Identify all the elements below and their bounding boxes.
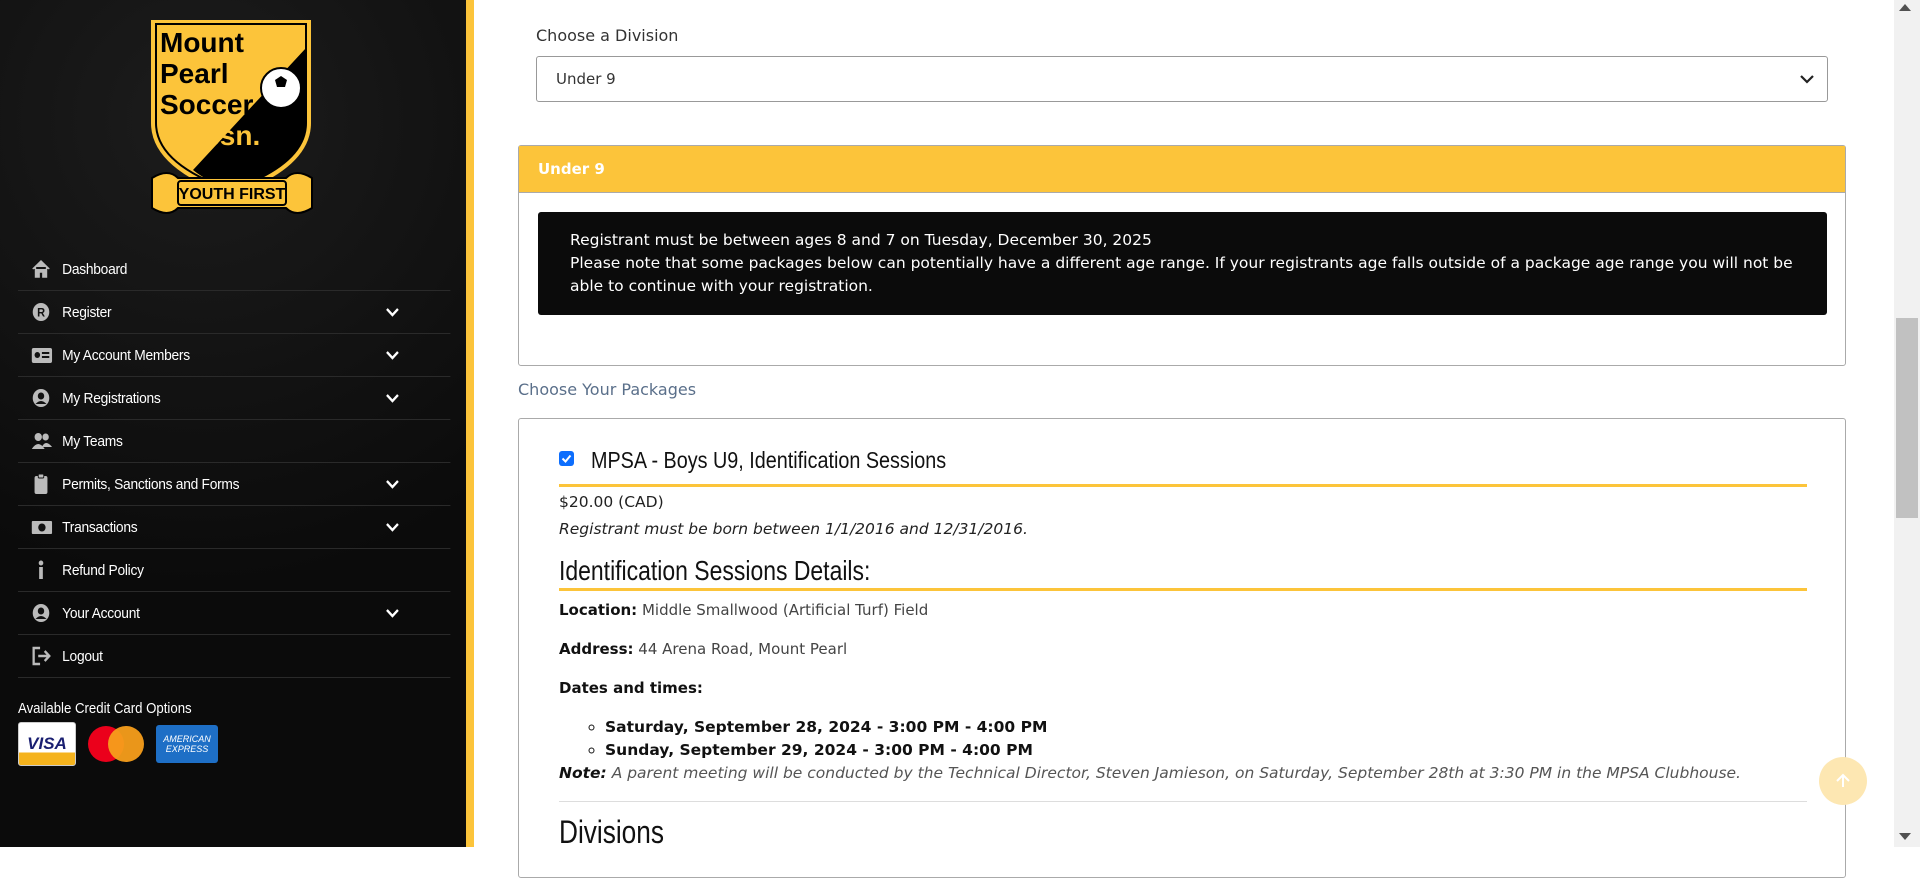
- mastercard-logo: [88, 726, 144, 762]
- sidebar-item-label: Dashboard: [62, 260, 128, 278]
- scroll-down-arrow-icon[interactable]: [1899, 833, 1911, 840]
- address-line: Address: 44 Arena Road, Mount Pearl: [559, 640, 848, 658]
- svg-text:Pearl: Pearl: [160, 58, 229, 89]
- division-panel: Under 9 Registrant must be between ages …: [518, 145, 1846, 366]
- cc-options-title: Available Credit Card Options: [18, 700, 192, 717]
- home-icon: [29, 258, 55, 280]
- sidebar-item-my-teams[interactable]: My Teams: [18, 420, 451, 463]
- amex-card-logo: AMERICAN EXPRESS: [156, 725, 218, 763]
- date-item: Saturday, September 28, 2024 - 3:00 PM -…: [605, 716, 1047, 739]
- sidebar-item-register[interactable]: R Register: [18, 291, 451, 334]
- sidebar-item-label: My Account Members: [62, 346, 190, 364]
- chevron-down-icon[interactable]: [382, 473, 402, 495]
- chevron-down-icon[interactable]: [382, 387, 402, 409]
- sidebar-item-label: Refund Policy: [62, 561, 144, 579]
- divisions-heading: Divisions: [559, 814, 664, 850]
- package-title-underline: [559, 484, 1807, 487]
- sidebar-item-label: Permits, Sanctions and Forms: [62, 475, 240, 493]
- sidebar-item-logout[interactable]: Logout: [18, 635, 451, 678]
- details-heading: Identification Sessions Details:: [559, 555, 871, 586]
- logout-icon: [29, 645, 55, 667]
- chevron-down-icon[interactable]: [382, 301, 402, 323]
- package-title: MPSA - Boys U9, Identification Sessions: [591, 447, 947, 473]
- user-circle-icon: [29, 387, 55, 409]
- divider: [559, 801, 1807, 802]
- age-notice-line2: Please note that some packages below can…: [570, 254, 1793, 295]
- sidebar-item-label: Logout: [62, 647, 103, 665]
- age-notice-line1: Registrant must be between ages 8 and 7 …: [570, 231, 1152, 249]
- svg-text:R: R: [37, 307, 46, 319]
- sidebar-item-permits-sanctions-and-forms[interactable]: Permits, Sanctions and Forms: [18, 463, 451, 506]
- sidebar-item-dashboard[interactable]: Dashboard: [18, 248, 451, 291]
- package-card: MPSA - Boys U9, Identification Sessions …: [518, 418, 1846, 878]
- user-circle-icon: [29, 602, 55, 624]
- dates-list: Saturday, September 28, 2024 - 3:00 PM -…: [605, 716, 1047, 762]
- location-line: Location: Middle Smallwood (Artificial T…: [559, 601, 929, 619]
- cc-logos: VISA AMERICAN EXPRESS: [18, 722, 218, 766]
- back-to-top-button[interactable]: [1819, 757, 1867, 805]
- package-note: Note: A parent meeting will be conducted…: [559, 764, 1741, 782]
- sidebar-item-my-registrations[interactable]: My Registrations: [18, 377, 451, 420]
- sidebar-item-your-account[interactable]: Your Account: [18, 592, 451, 635]
- sidebar-item-transactions[interactable]: Transactions: [18, 506, 451, 549]
- users-icon: [29, 430, 55, 452]
- check-icon: [561, 454, 572, 463]
- id-card-icon: [29, 344, 55, 366]
- chevron-down-icon[interactable]: [382, 516, 402, 538]
- package-born-range: Registrant must be born between 1/1/2016…: [559, 520, 1028, 538]
- clipboard-icon: [29, 473, 55, 495]
- sidebar-item-label: My Teams: [62, 432, 123, 450]
- chevron-down-icon: [1800, 75, 1814, 84]
- register-icon: R: [29, 301, 55, 323]
- svg-text:Mount: Mount: [160, 27, 244, 58]
- visa-card-logo: VISA: [18, 722, 76, 766]
- sidebar-nav: Dashboard R Register My Account Members My R…: [18, 248, 451, 678]
- scroll-up-arrow-icon[interactable]: [1899, 4, 1911, 11]
- svg-text:Soccer: Soccer: [160, 89, 253, 120]
- dates-label: Dates and times:: [559, 679, 703, 697]
- sidebar-item-label: Transactions: [62, 518, 138, 536]
- details-heading-underline: [559, 588, 1807, 591]
- scrollbar-thumb[interactable]: [1896, 318, 1918, 518]
- division-select[interactable]: Under 9: [536, 56, 1828, 102]
- info-icon: [29, 559, 55, 581]
- chevron-down-icon[interactable]: [382, 344, 402, 366]
- sidebar-item-refund-policy[interactable]: Refund Policy: [18, 549, 451, 592]
- svg-text:YOUTH FIRST: YOUTH FIRST: [179, 186, 286, 203]
- money-icon: [29, 516, 55, 538]
- division-label: Choose a Division: [536, 26, 679, 45]
- date-item: Sunday, September 29, 2024 - 3:00 PM - 4…: [605, 739, 1047, 762]
- choose-packages-label: Choose Your Packages: [518, 380, 697, 399]
- sidebar-item-label: Your Account: [62, 604, 140, 622]
- chevron-down-icon[interactable]: [382, 602, 402, 624]
- arrow-up-icon: [1836, 773, 1850, 787]
- sidebar: Mount Pearl Soccer Assn. YOUTH FIRST Das…: [0, 0, 466, 847]
- sidebar-item-label: My Registrations: [62, 389, 161, 407]
- division-select-value: Under 9: [556, 70, 616, 88]
- sidebar-accent-stripe: [466, 0, 474, 847]
- package-checkbox[interactable]: [559, 451, 574, 466]
- package-price: $20.00 (CAD): [559, 493, 664, 511]
- sidebar-item-my-account-members[interactable]: My Account Members: [18, 334, 451, 377]
- division-panel-title: Under 9: [519, 146, 1845, 193]
- sidebar-item-label: Register: [62, 303, 112, 321]
- svg-text:Assn.: Assn.: [184, 120, 260, 151]
- mpsa-logo[interactable]: Mount Pearl Soccer Assn. YOUTH FIRST: [148, 18, 316, 228]
- age-notice: Registrant must be between ages 8 and 7 …: [538, 212, 1827, 315]
